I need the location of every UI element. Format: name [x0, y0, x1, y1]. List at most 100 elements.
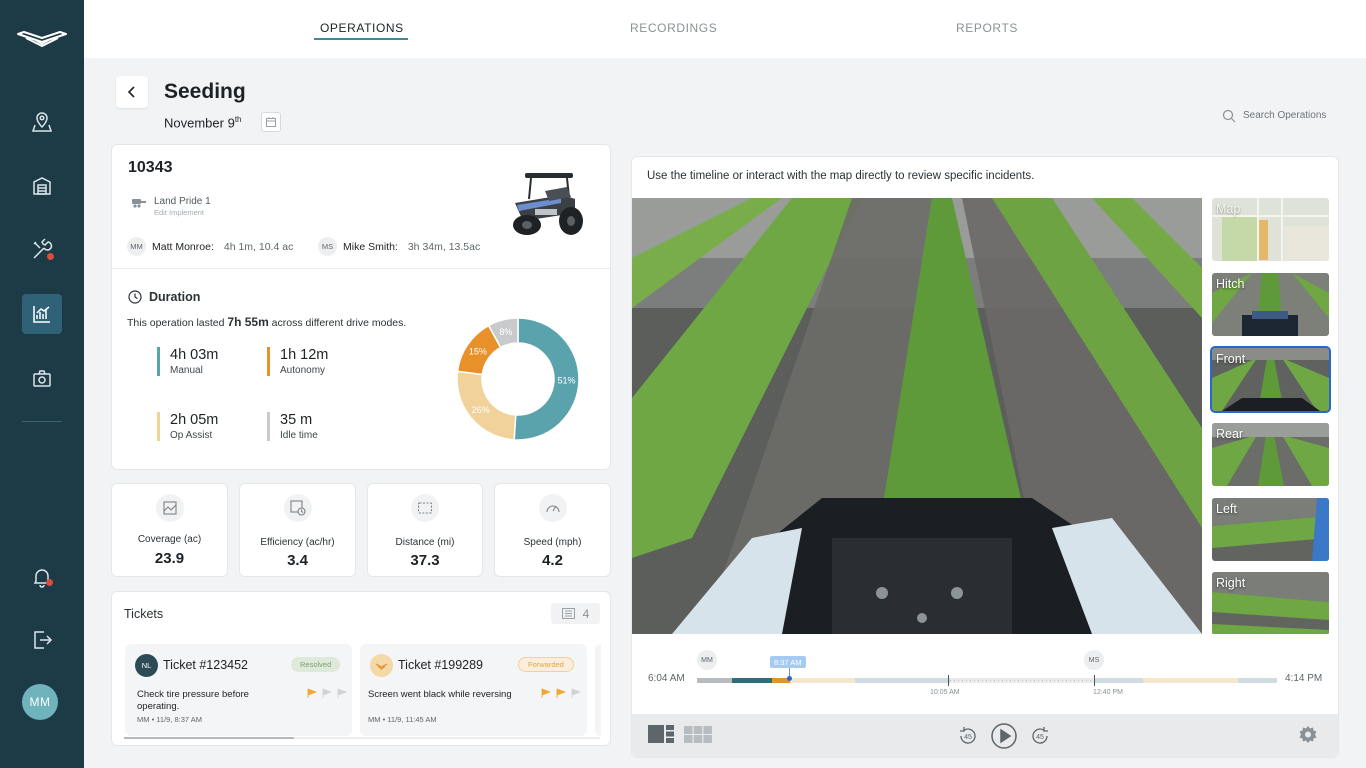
operator-row-1: MM Matt Monroe: 4h 1m, 10.4 ac — [127, 237, 293, 256]
view-thumb-front[interactable]: Front — [1210, 346, 1331, 413]
calendar-button[interactable] — [261, 112, 281, 132]
user-avatar[interactable]: MM — [22, 684, 58, 720]
timeline-start-time: 6:04 AM — [648, 673, 685, 684]
calendar-icon — [266, 117, 276, 127]
timeline-segment-manual — [732, 678, 772, 683]
operation-card: 10343 Land Pride 1 Edit Implement MM Mat… — [111, 144, 611, 470]
metric-efficiency: Efficiency (ac/hr) 3.4 — [239, 483, 356, 577]
layout-grid-button[interactable] — [684, 726, 712, 743]
sidebar-item-camera[interactable] — [22, 358, 62, 398]
clock-icon — [128, 290, 142, 304]
garage-icon — [33, 177, 51, 195]
sidebar-item-notifications[interactable] — [22, 557, 62, 597]
donut-slice-label: 26% — [472, 405, 490, 415]
brand-logo-icon — [375, 662, 388, 670]
mode-op-assist: 2h 05m Op Assist — [157, 412, 218, 441]
duration-heading-text: Duration — [149, 290, 201, 304]
flag-icon — [556, 688, 566, 698]
timeline-operator-marker[interactable]: MM — [697, 650, 717, 670]
tab-operations[interactable]: OPERATIONS — [320, 21, 404, 35]
view-thumb-map[interactable]: Map — [1212, 198, 1329, 261]
settings-button[interactable] — [1298, 725, 1318, 745]
timeline-tick-label: 12:40 PM — [1093, 689, 1123, 696]
timeline-tick — [1094, 675, 1095, 686]
ticket-title: Ticket #199289 — [398, 658, 484, 672]
ticket-avatar: NL — [135, 654, 158, 677]
ticket-card[interactable]: Ticket #199289 Forwarded Screen went bla… — [360, 644, 587, 736]
search-icon — [1222, 109, 1236, 123]
top-nav: OPERATIONS RECORDINGS REPORTS — [84, 0, 1366, 58]
timeline-operator-marker[interactable]: MS — [1084, 650, 1104, 670]
view-label: Map — [1216, 202, 1241, 216]
layout-single-button[interactable] — [648, 725, 674, 743]
camera-icon — [33, 370, 51, 387]
view-thumb-left[interactable]: Left — [1212, 498, 1329, 561]
view-label: Left — [1216, 502, 1237, 516]
metric-value: 4.2 — [542, 552, 563, 569]
ticket-priority-flags — [307, 688, 347, 698]
sidebar: MM — [0, 0, 84, 768]
sidebar-item-garage[interactable] — [22, 166, 62, 206]
view-label: Rear — [1216, 427, 1244, 441]
mode-value: 2h 05m — [170, 412, 219, 428]
duration-desc-suffix: across different drive modes. — [268, 317, 407, 329]
sidebar-item-tools[interactable] — [22, 230, 62, 270]
flag-icon — [541, 688, 551, 698]
play-button[interactable] — [990, 722, 1018, 750]
metric-coverage: Coverage (ac) 23.9 — [111, 483, 228, 577]
operator-stats: 4h 1m, 10.4 ac — [223, 240, 294, 253]
brand-logo-icon[interactable] — [16, 28, 68, 50]
metric-label: Distance (mi) — [395, 537, 455, 548]
distance-icon — [411, 494, 439, 522]
sidebar-item-analytics[interactable] — [22, 294, 62, 334]
front-camera-video[interactable] — [632, 198, 1202, 634]
page-title: Seeding — [164, 80, 246, 103]
notification-alert-dot — [46, 579, 53, 586]
donut-slice-label: 8% — [499, 327, 512, 337]
coverage-icon — [155, 494, 184, 522]
timeline-segment-op-assist — [790, 678, 855, 683]
ticket-card[interactable]: NL Ticket #123452 Resolved Check tire pr… — [125, 644, 352, 736]
timeline-segment-manual — [1238, 678, 1277, 683]
ticket-list-icon — [561, 608, 575, 619]
metric-value: 37.3 — [410, 552, 440, 569]
timeline-segment-manual — [855, 678, 950, 683]
edit-implement-link[interactable]: Edit Implement — [154, 208, 211, 217]
timeline-track[interactable] — [697, 675, 1277, 686]
search-operations[interactable]: Search Operations — [1222, 109, 1342, 125]
sidebar-item-logout[interactable] — [22, 620, 62, 660]
logout-icon — [34, 631, 53, 649]
forward-45-button[interactable]: 45 — [1029, 725, 1051, 747]
rewind-45-button[interactable]: 45 — [957, 725, 979, 747]
divider — [112, 268, 610, 269]
view-thumb-hitch[interactable]: Hitch — [1212, 273, 1329, 336]
operator-stats: 3h 34m, 13.5ac — [407, 240, 481, 253]
tickets-scrollbar-thumb[interactable] — [124, 737, 294, 739]
playback-controls: 45 45 — [632, 714, 1338, 757]
view-thumb-right[interactable]: Right — [1212, 572, 1329, 635]
ticket-avatar — [370, 654, 393, 677]
fast-forward-icon: 45 — [1032, 727, 1048, 744]
timeline-playhead[interactable] — [787, 676, 792, 681]
tickets-count-badge[interactable]: 4 — [551, 603, 600, 624]
flag-icon — [337, 688, 347, 698]
duration-total: 7h 55m — [227, 315, 269, 329]
page-date: November 9th — [164, 115, 241, 130]
ticket-status-badge: Resolved — [291, 657, 341, 672]
speedometer-icon — [538, 494, 567, 522]
tab-recordings[interactable]: RECORDINGS — [630, 21, 717, 35]
map-pin-icon — [31, 112, 53, 132]
view-thumb-rear[interactable]: Rear — [1212, 423, 1329, 486]
timeline-segment-manual — [1095, 678, 1143, 683]
back-button[interactable] — [116, 76, 148, 108]
mode-manual: 4h 03m Manual — [157, 347, 218, 376]
view-label: Right — [1216, 576, 1246, 590]
active-tab-indicator — [314, 38, 408, 40]
tickets-title: Tickets — [124, 607, 164, 621]
grid-icon — [684, 726, 712, 743]
sidebar-item-map[interactable] — [22, 102, 62, 142]
tab-reports[interactable]: REPORTS — [956, 21, 1018, 35]
metric-value: 3.4 — [287, 552, 308, 569]
ticket-priority-flags — [541, 688, 581, 698]
timeline[interactable]: MM MS 8:37 AM 6:04 AM 4:14 PM 10:05 AM 1… — [632, 634, 1338, 714]
